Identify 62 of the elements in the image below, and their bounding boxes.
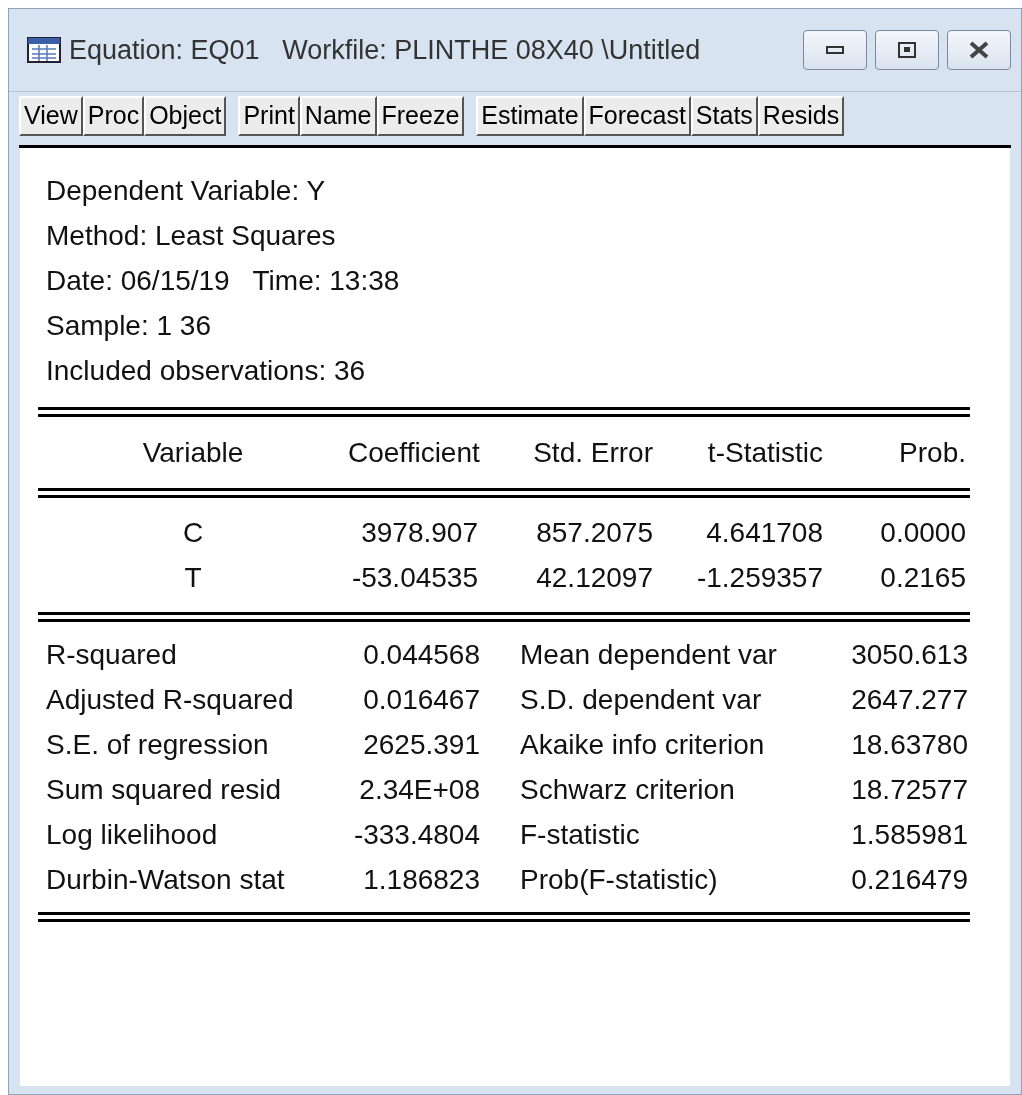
statistic-value: 1.186823 <box>362 863 480 897</box>
column-header: Std. Error <box>532 436 653 470</box>
header-line: Sample: 1 36 <box>45 309 211 343</box>
table-cell-text: 42.12097 <box>535 561 653 595</box>
statistic-label: Mean dependent var <box>519 638 778 672</box>
close-icon <box>968 41 990 59</box>
statistic-label: Akaike info criterion <box>519 728 766 762</box>
header-line: Dependent Variable: Y <box>45 174 326 208</box>
table-cell-text: 0.0000 <box>879 516 966 550</box>
column-header: Variable <box>141 436 245 470</box>
maximize-icon <box>898 42 916 58</box>
toolbar-button[interactable]: Forecast <box>583 95 691 136</box>
toolbar-button[interactable]: Stats <box>690 95 758 136</box>
statistic-value: 0.216479 <box>850 863 968 897</box>
header-line: Method: Least Squares <box>45 219 336 253</box>
statistic-label: Log likelihood <box>46 818 219 852</box>
minimize-icon <box>826 46 844 54</box>
statistic-value: 2647.277 <box>850 683 968 717</box>
table-cell-text: 857.2075 <box>535 516 653 550</box>
table-cell-text: -1.259357 <box>695 561 823 595</box>
statistic-value: 3050.613 <box>850 638 968 672</box>
statistic-value: 18.72577 <box>850 773 968 807</box>
toolbar-button[interactable]: Estimate <box>476 95 584 136</box>
statistic-label: R-squared <box>46 638 178 672</box>
statistic-label: S.D. dependent var <box>519 683 763 717</box>
header-line: Included observations: 36 <box>45 354 366 388</box>
table-cell-text: -53.04535 <box>350 561 478 595</box>
header-line: Date: 06/15/19 Time: 13:38 <box>45 264 400 298</box>
window-title: Equation: EQ01 Workfile: PLINTHE 08X40 \Untitled <box>69 33 701 67</box>
column-header: t-Statistic <box>706 436 823 470</box>
statistic-value: 0.016467 <box>362 683 480 717</box>
toolbar-button[interactable]: Freeze <box>376 95 465 136</box>
column-header: Coefficient <box>348 436 478 470</box>
statistic-label: Durbin-Watson stat <box>46 863 286 897</box>
close-button[interactable] <box>947 30 1011 70</box>
statistic-label: F-statistic <box>519 818 641 852</box>
toolbar-button[interactable]: Proc <box>82 95 145 136</box>
statistic-value: 18.63780 <box>850 728 968 762</box>
statistic-value: 2625.391 <box>362 728 480 762</box>
statistic-label: Adjusted R-squared <box>46 683 295 717</box>
statistic-label: Sum squared resid <box>46 773 282 807</box>
toolbar-button[interactable]: Resids <box>757 95 845 136</box>
toolbar-button[interactable]: Print <box>238 95 300 136</box>
toolbar-button[interactable]: View <box>19 95 83 136</box>
statistic-value: 1.585981 <box>850 818 968 852</box>
table-cell-text: 0.2165 <box>879 561 966 595</box>
column-header: Prob. <box>898 436 966 470</box>
statistic-value: -333.4804 <box>352 818 480 852</box>
window-icon <box>27 37 61 63</box>
statistic-value: 2.34E+08 <box>358 773 480 807</box>
statistic-label: Schwarz criterion <box>519 773 736 807</box>
statistic-value: 0.044568 <box>362 638 480 672</box>
table-cell-text: 3978.907 <box>360 516 478 550</box>
maximize-button[interactable] <box>875 30 939 70</box>
toolbar-button[interactable]: Name <box>299 95 377 136</box>
table-cell-text: T <box>183 561 203 595</box>
table-cell-text: C <box>181 516 205 550</box>
table-cell-text: 4.641708 <box>705 516 823 550</box>
toolbar-button[interactable]: Object <box>144 95 227 136</box>
statistic-label: S.E. of regression <box>46 728 270 762</box>
minimize-button[interactable] <box>803 30 867 70</box>
statistic-label: Prob(F-statistic) <box>519 863 719 897</box>
